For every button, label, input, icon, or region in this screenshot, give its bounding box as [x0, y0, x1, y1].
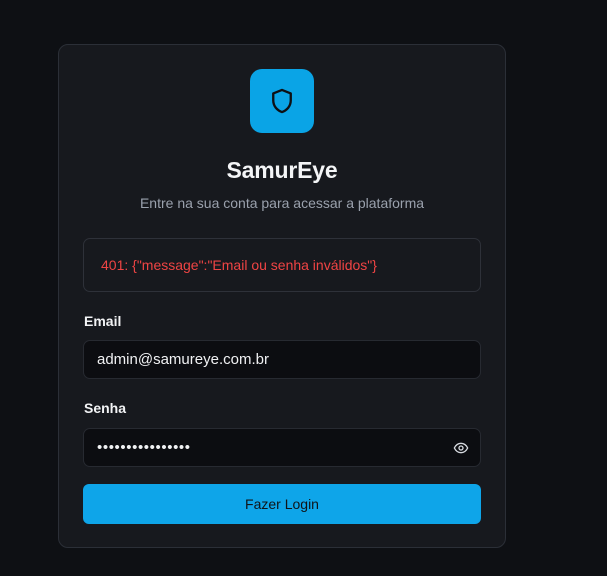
password-label: Senha [84, 400, 127, 416]
error-alert: 401: {"message":"Email ou senha inválido… [83, 238, 481, 292]
email-field[interactable]: admin@samureye.com.br [83, 340, 481, 379]
email-label: Email [84, 313, 122, 329]
error-message: 401: {"message":"Email ou senha inválido… [101, 257, 377, 273]
login-card: SamurEye Entre na sua conta para acessar… [58, 44, 506, 548]
password-field[interactable]: •••••••••••••••• [83, 428, 481, 467]
shield-icon [268, 87, 296, 115]
email-value: admin@samureye.com.br [97, 351, 269, 368]
logo [250, 69, 314, 133]
app-subtitle: Entre na sua conta para acessar a plataf… [139, 195, 425, 211]
app-title: SamurEye [226, 157, 338, 183]
eye-icon [453, 440, 469, 456]
password-value: •••••••••••••••• [97, 439, 191, 456]
toggle-password-button[interactable] [452, 440, 470, 456]
login-button[interactable]: Fazer Login [83, 484, 481, 524]
